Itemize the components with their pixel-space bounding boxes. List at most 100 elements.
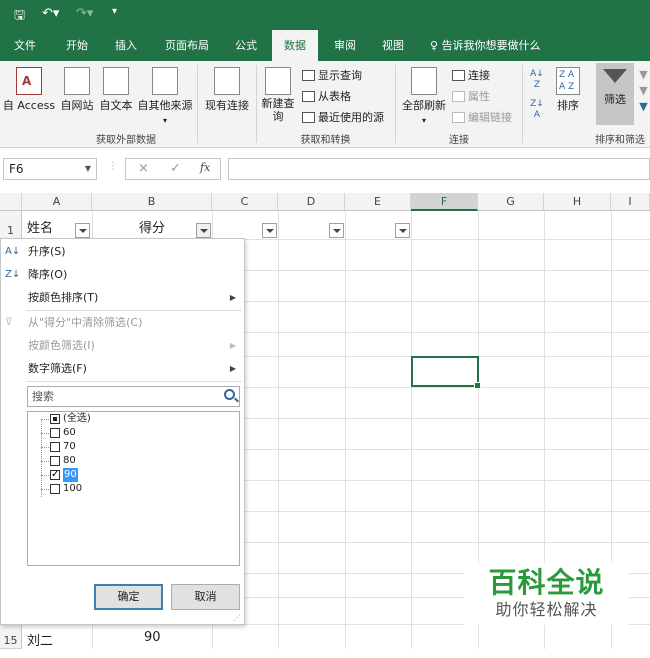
- properties-button[interactable]: 属性: [452, 88, 490, 104]
- filter-option-60[interactable]: 60: [50, 426, 76, 440]
- properties-label: 属性: [468, 90, 490, 103]
- show-queries-button[interactable]: 显示查询: [302, 67, 362, 83]
- formula-input[interactable]: [228, 158, 650, 180]
- cancel-button[interactable]: 取消: [171, 584, 240, 610]
- edit-links-button[interactable]: 编辑链接: [452, 109, 512, 125]
- checkbox[interactable]: [50, 442, 60, 452]
- existing-connections-label: 现有连接: [205, 99, 249, 112]
- checkbox[interactable]: [50, 484, 60, 494]
- refresh-all-button[interactable]: 全部刷新 ▾: [400, 67, 448, 126]
- name-box-value: F6: [9, 162, 24, 176]
- filter-option-70[interactable]: 70: [50, 440, 76, 454]
- filter-values-list: (全选) 60 70 80 90 100: [27, 411, 240, 566]
- cell-a15[interactable]: 刘二: [27, 630, 53, 649]
- recent-sources-button[interactable]: 最近使用的源: [302, 109, 384, 125]
- enter-entry-icon[interactable]: ✓: [170, 161, 181, 176]
- menu-separator: [26, 381, 242, 382]
- checkbox[interactable]: [50, 414, 60, 424]
- clear-filter-item[interactable]: ⊽ 从"得分"中清除筛选(C): [1, 311, 244, 334]
- tell-me-box[interactable]: ♀ 告诉我你想要做什么: [430, 30, 541, 61]
- tab-view[interactable]: 视图: [372, 30, 414, 61]
- more-icon: ⋮: [108, 161, 118, 172]
- cell-a1[interactable]: 姓名: [27, 217, 53, 236]
- from-table-button[interactable]: 从表格: [302, 88, 351, 104]
- tab-data[interactable]: 数据: [272, 30, 318, 61]
- from-web-button[interactable]: 自网站: [58, 67, 96, 113]
- filter-dropdown-d[interactable]: [329, 223, 344, 238]
- new-query-button[interactable]: 新建查询: [258, 67, 298, 123]
- checkbox[interactable]: [50, 456, 60, 466]
- from-other-sources-label: 自其他来源: [137, 99, 193, 112]
- properties-icon: [452, 90, 465, 102]
- column-header-c[interactable]: C: [212, 193, 278, 211]
- save-icon[interactable]: 🖫: [14, 6, 25, 28]
- filter-dropdown-b[interactable]: [196, 223, 211, 238]
- tree-connector: [41, 461, 49, 462]
- watermark-logo: 百科全说 助你轻松解决: [464, 563, 629, 625]
- undo-icon[interactable]: ↶▾: [42, 6, 59, 21]
- filter-search-input[interactable]: 搜索: [27, 386, 240, 407]
- existing-connections-button[interactable]: 现有连接: [202, 67, 252, 113]
- filter-extra-buttons[interactable]: ▼ ▼ ▼: [637, 67, 650, 115]
- sort-desc-small-button[interactable]: Z↓ A: [528, 99, 546, 121]
- sort-asc-icon: A↓: [5, 246, 21, 257]
- connections-button[interactable]: 连接: [452, 67, 490, 83]
- sort-button[interactable]: Z AA Z 排序: [553, 67, 583, 113]
- cell-b1[interactable]: 得分: [139, 217, 165, 236]
- column-header-f[interactable]: F: [411, 193, 478, 211]
- row-header-1[interactable]: 1: [0, 211, 22, 239]
- tab-home[interactable]: 开始: [56, 30, 98, 61]
- sort-asc-small-button[interactable]: A↓ Z: [528, 69, 546, 91]
- tab-file[interactable]: 文件: [4, 30, 46, 61]
- filter-option-100[interactable]: 100: [50, 482, 82, 496]
- filter-label: 筛选: [604, 93, 626, 106]
- sort-label: 排序: [557, 99, 579, 112]
- column-header-d[interactable]: D: [278, 193, 345, 211]
- checkbox[interactable]: [50, 428, 60, 438]
- column-header-g[interactable]: G: [478, 193, 544, 211]
- customize-qa-icon[interactable]: ▾: [112, 6, 117, 17]
- tab-insert[interactable]: 插入: [105, 30, 147, 61]
- funnel-icon: [603, 69, 627, 83]
- tab-formulas[interactable]: 公式: [226, 30, 266, 61]
- cell-b15[interactable]: 90: [144, 630, 161, 645]
- name-box[interactable]: F6 ▼: [3, 158, 97, 180]
- sort-za-icon: Z↓ A: [530, 99, 544, 120]
- tree-connector: [41, 420, 42, 497]
- column-header-a[interactable]: A: [22, 193, 92, 211]
- cancel-entry-icon[interactable]: ×: [138, 161, 149, 176]
- ok-button[interactable]: 确定: [94, 584, 163, 610]
- filter-button[interactable]: 筛选: [596, 63, 634, 125]
- submenu-arrow-icon: ▶: [229, 364, 236, 373]
- sort-ascending-item[interactable]: A↓ 升序(S): [1, 240, 244, 263]
- number-filters-item[interactable]: 数字筛选(F) ▶: [1, 357, 244, 380]
- filter-by-color-item[interactable]: 按颜色筛选(I) ▶: [1, 334, 244, 357]
- column-header-e[interactable]: E: [345, 193, 411, 211]
- row-header-15[interactable]: 15: [0, 624, 22, 649]
- checkbox[interactable]: [50, 468, 60, 482]
- filter-dropdown-a[interactable]: [75, 223, 90, 238]
- filter-dropdown-c[interactable]: [262, 223, 277, 238]
- insert-function-icon[interactable]: fx: [200, 161, 210, 174]
- resize-grip-icon[interactable]: ⋰: [233, 613, 241, 622]
- active-cell-f6[interactable]: [411, 356, 481, 389]
- sort-descending-label: 降序(O): [28, 268, 68, 281]
- tab-review[interactable]: 审阅: [324, 30, 366, 61]
- column-header-b[interactable]: B: [92, 193, 212, 211]
- from-other-sources-button[interactable]: 自其他来源 ▾: [135, 67, 195, 126]
- from-access-button[interactable]: A 自 Access: [2, 67, 56, 113]
- filter-option-80[interactable]: 80: [50, 454, 76, 468]
- select-all-corner[interactable]: [0, 193, 22, 211]
- gridline: [345, 211, 346, 649]
- sort-descending-item[interactable]: Z↓ 降序(O): [1, 263, 244, 286]
- column-header-h[interactable]: H: [544, 193, 611, 211]
- filter-option-select-all[interactable]: (全选): [50, 412, 91, 426]
- from-text-button[interactable]: 自文本: [97, 67, 135, 113]
- redo-icon[interactable]: ↷▾: [76, 6, 93, 21]
- column-header-i[interactable]: I: [611, 193, 650, 211]
- from-web-label: 自网站: [60, 99, 94, 112]
- tab-page-layout[interactable]: 页面布局: [156, 30, 218, 61]
- filter-option-90[interactable]: 90: [50, 468, 78, 482]
- sort-by-color-item[interactable]: 按颜色排序(T) ▶: [1, 286, 244, 309]
- filter-dropdown-e[interactable]: [395, 223, 410, 238]
